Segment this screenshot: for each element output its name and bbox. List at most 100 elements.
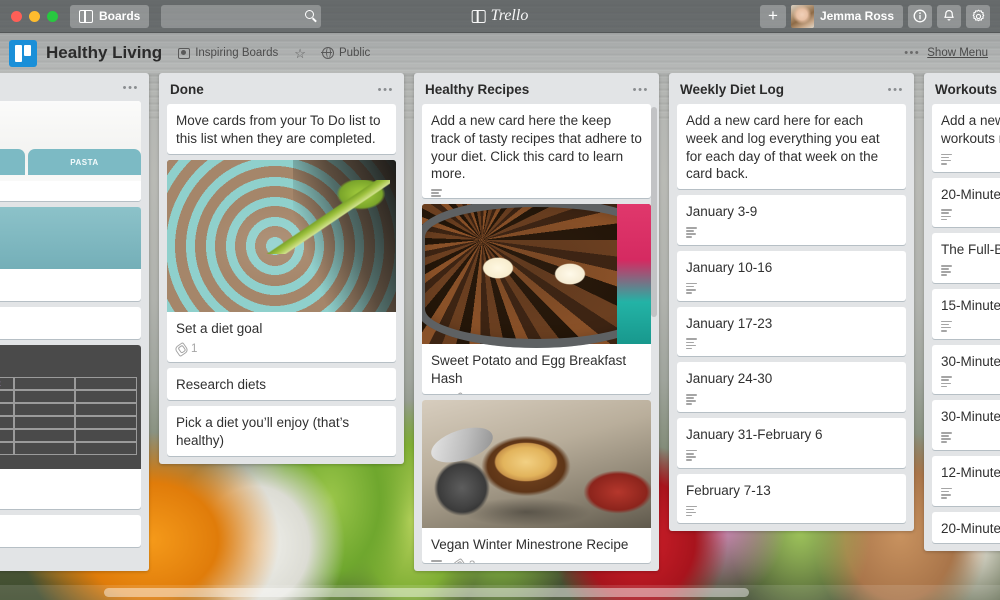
card[interactable]: February 7-13 bbox=[677, 473, 906, 524]
list-menu-icon[interactable]: ••• bbox=[123, 82, 139, 94]
boards-button-label: Boards bbox=[99, 9, 141, 23]
organization-link[interactable]: Inspiring Boards bbox=[178, 47, 278, 59]
description-badge bbox=[686, 394, 697, 405]
list-weekly-diet-log[interactable]: Weekly Diet Log ••• Add a new card here … bbox=[669, 73, 914, 532]
description-icon bbox=[686, 282, 697, 294]
description-badge bbox=[686, 227, 697, 238]
list-cards: Add a new card here the keep track of ta… bbox=[414, 104, 659, 571]
card-title: 12-Minute Bodyweigh bbox=[941, 464, 1000, 480]
card[interactable]: 20-Minute Kettlebell W bbox=[932, 177, 1000, 228]
description-icon bbox=[686, 227, 697, 238]
search-icon bbox=[305, 9, 315, 19]
card-title: r diet bbox=[0, 269, 141, 301]
list-title: Healthy Recipes bbox=[425, 82, 530, 97]
list-healthy-recipes[interactable]: Healthy Recipes ••• Add a new card here … bbox=[414, 73, 659, 571]
card[interactable]: -ins with bbox=[0, 514, 141, 547]
card[interactable]: 30-Minute Bodyweigh bbox=[932, 344, 1000, 395]
list-cards: Move cards from your To Do list to this … bbox=[159, 104, 404, 464]
list-menu-icon[interactable]: ••• bbox=[633, 84, 649, 96]
list-partial-left[interactable]: ••• SOUP PASTA r diet bbox=[0, 73, 149, 571]
list-cards: Add a new card here of different workout… bbox=[924, 104, 1000, 551]
page-title[interactable]: Healthy Living bbox=[46, 43, 162, 63]
description-icon bbox=[941, 209, 952, 221]
list-cards: SOUP PASTA r diet e Fri Sat bbox=[0, 101, 149, 555]
card[interactable] bbox=[0, 306, 141, 339]
description-icon bbox=[686, 394, 697, 405]
organization-label: Inspiring Boards bbox=[195, 47, 279, 59]
card[interactable]: Add a new card here for each week and lo… bbox=[677, 104, 906, 190]
card[interactable]: The Full-Body Playgro bbox=[932, 233, 1000, 283]
lists-container: ••• SOUP PASTA r diet bbox=[0, 73, 1000, 585]
description-icon bbox=[686, 449, 697, 461]
card[interactable]: January 17-23 bbox=[677, 306, 906, 357]
close-window-button[interactable] bbox=[11, 10, 22, 22]
star-icon: ☆ bbox=[294, 45, 306, 61]
board-canvas[interactable]: ••• SOUP PASTA r diet bbox=[0, 73, 1000, 585]
info-icon[interactable] bbox=[908, 4, 932, 28]
show-menu-button[interactable]: ••• Show Menu bbox=[904, 47, 988, 59]
card[interactable]: January 10-16 bbox=[677, 250, 906, 301]
card[interactable]: Move cards from your To Do list to this … bbox=[167, 104, 396, 154]
card-title: January 31-February 6 bbox=[686, 427, 823, 442]
description-icon bbox=[431, 560, 442, 563]
description-icon bbox=[941, 265, 952, 276]
card-badges bbox=[932, 487, 1000, 506]
card[interactable]: 15-Minute HIIT Worko bbox=[932, 288, 1000, 339]
attachment-badge: 3 bbox=[451, 558, 475, 563]
card-title: 30-Minute Strength a Circuit bbox=[941, 409, 1000, 425]
card-cover-image bbox=[0, 207, 141, 269]
card[interactable]: Add a new card here of different workout… bbox=[932, 104, 1000, 172]
card[interactable]: January 24-30 bbox=[677, 362, 906, 412]
board-horizontal-scrollbar[interactable] bbox=[0, 585, 1000, 600]
card[interactable]: Research diets bbox=[167, 368, 396, 401]
list-header: ••• bbox=[0, 73, 149, 101]
card[interactable]: Set a diet goal 1 bbox=[167, 159, 396, 363]
card[interactable]: 20-Minute Pilates Wo bbox=[932, 511, 1000, 544]
maximize-window-button[interactable] bbox=[47, 10, 58, 22]
cover-tab-soup: SOUP bbox=[0, 149, 25, 175]
card[interactable]: Add a new card here the keep track of ta… bbox=[422, 104, 651, 198]
trello-brand: Trello bbox=[471, 7, 528, 25]
card[interactable]: Pick a diet you’ll enjoy (that’s healthy… bbox=[167, 406, 396, 456]
card-cover-image: SOUP PASTA bbox=[0, 101, 141, 201]
card[interactable]: r diet bbox=[0, 207, 141, 301]
list-scrollbar[interactable] bbox=[651, 107, 657, 317]
attachment-icon bbox=[451, 558, 468, 563]
card[interactable]: SOUP PASTA bbox=[0, 101, 141, 201]
card[interactable]: 12-Minute Bodyweigh bbox=[932, 455, 1000, 506]
organization-icon bbox=[178, 47, 191, 59]
list-menu-icon[interactable]: ••• bbox=[888, 84, 904, 96]
card-title bbox=[0, 469, 141, 509]
description-badge bbox=[431, 560, 442, 563]
card-title: January 24-30 bbox=[686, 371, 773, 387]
user-menu[interactable]: Jemma Ross bbox=[790, 4, 903, 28]
card[interactable]: January 3-9 bbox=[677, 195, 906, 245]
description-icon bbox=[686, 338, 697, 350]
card[interactable]: 30-Minute Strength a Circuit bbox=[932, 400, 1000, 450]
gear-icon[interactable] bbox=[966, 4, 990, 28]
list-workouts[interactable]: Workouts Add a new card here of differen… bbox=[924, 73, 1000, 552]
minimize-window-button[interactable] bbox=[29, 10, 40, 22]
card-title: Pick a diet you’ll enjoy (that’s healthy… bbox=[176, 415, 350, 449]
scrollbar-thumb[interactable] bbox=[104, 588, 749, 597]
card[interactable]: Vegan Winter Minestrone Recipe 3 bbox=[422, 400, 651, 563]
attachment-count: 1 bbox=[191, 343, 198, 356]
list-menu-icon[interactable]: ••• bbox=[378, 84, 394, 96]
boards-button[interactable]: Boards bbox=[70, 4, 150, 28]
list-done[interactable]: Done ••• Move cards from your To Do list… bbox=[159, 73, 404, 464]
attachment-count: 3 bbox=[469, 560, 475, 563]
search-box[interactable] bbox=[161, 4, 322, 28]
card-title: Move cards from your To Do list to this … bbox=[176, 113, 381, 146]
visibility-button[interactable]: Public bbox=[321, 46, 370, 59]
star-board-button[interactable]: ☆ bbox=[294, 47, 306, 60]
card-badges bbox=[422, 189, 651, 198]
notifications-bell-icon[interactable] bbox=[937, 4, 961, 28]
description-badge bbox=[941, 376, 952, 388]
description-icon bbox=[686, 505, 697, 517]
add-button[interactable]: + bbox=[759, 4, 786, 28]
card[interactable]: e Fri Sat bbox=[0, 344, 141, 509]
trello-board-logo-icon[interactable] bbox=[9, 39, 37, 67]
card[interactable]: Sweet Potato and Egg Breakfast Hash 3 bbox=[422, 203, 651, 395]
search-input[interactable] bbox=[161, 4, 322, 28]
card[interactable]: January 31-February 6 bbox=[677, 418, 906, 468]
